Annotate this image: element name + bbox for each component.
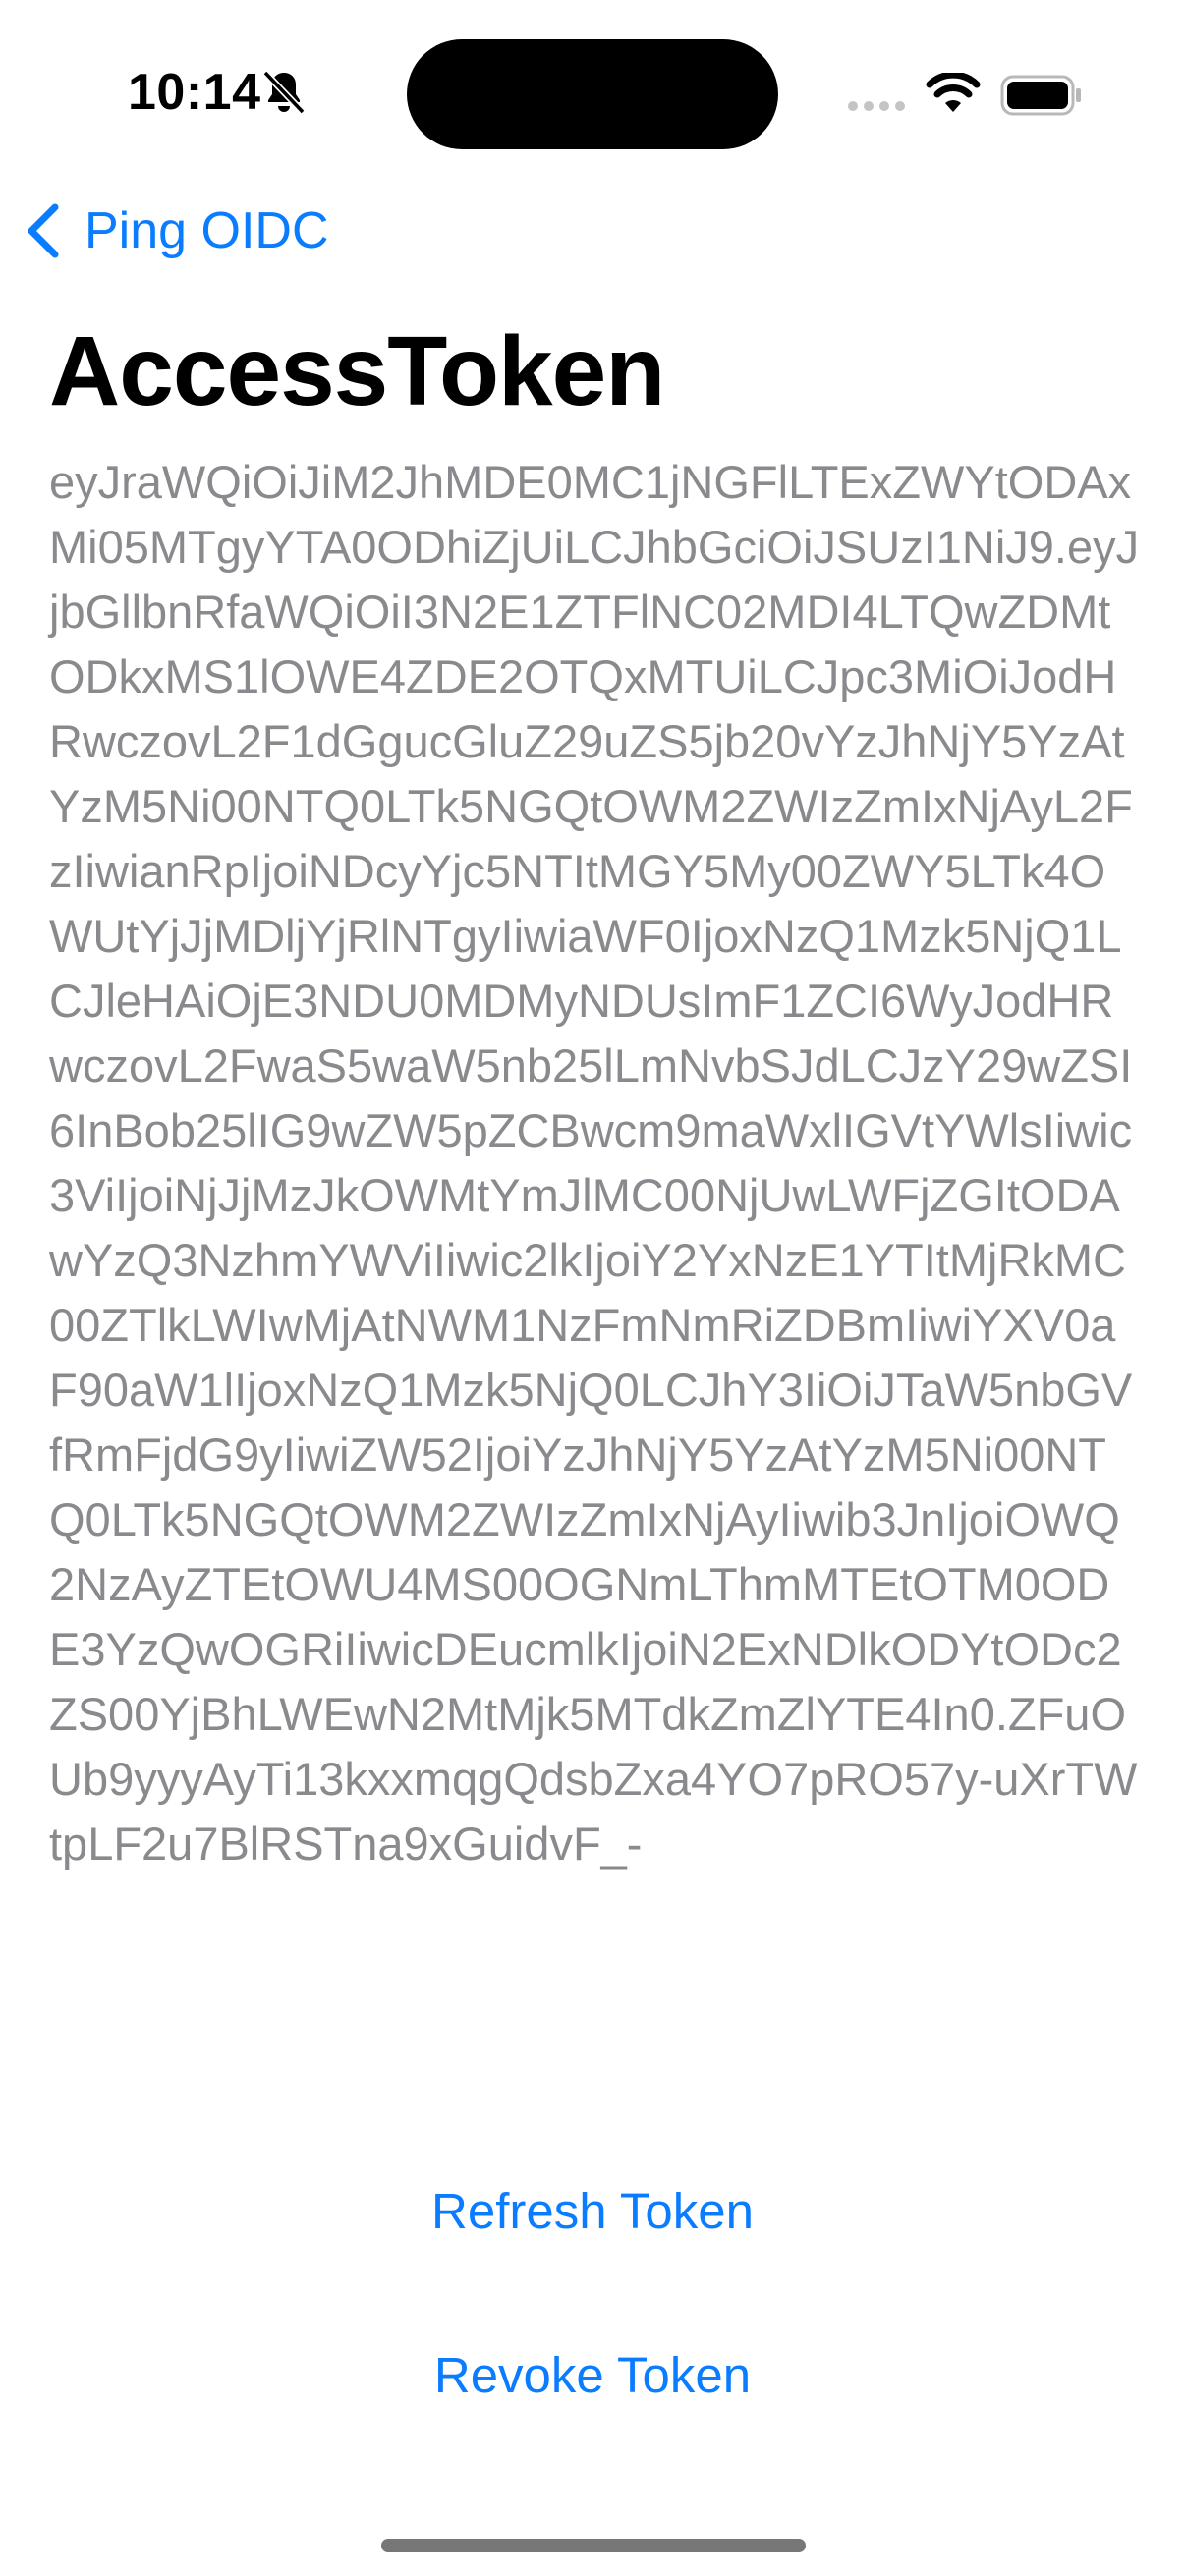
page-title: AccessToken	[49, 316, 665, 426]
dynamic-island	[407, 39, 778, 149]
refresh-token-button[interactable]: Refresh Token	[0, 2167, 1185, 2256]
revoke-token-button[interactable]: Revoke Token	[0, 2331, 1185, 2420]
wifi-icon	[926, 73, 981, 112]
status-time: 10:14	[128, 64, 261, 121]
cellular-signal-icon	[848, 101, 905, 111]
home-indicator[interactable]	[381, 2539, 806, 2552]
back-button-label: Ping OIDC	[85, 202, 329, 259]
chevron-left-icon	[28, 203, 59, 258]
status-bar: 10:14	[0, 0, 1185, 187]
access-token-text: eyJraWQiOiJiM2JhMDE0MC1jNGFlLTExZWYtODAx…	[49, 456, 1140, 1870]
battery-icon	[1000, 75, 1081, 116]
back-button[interactable]: Ping OIDC	[24, 196, 329, 265]
bell-slash-icon	[262, 70, 306, 115]
